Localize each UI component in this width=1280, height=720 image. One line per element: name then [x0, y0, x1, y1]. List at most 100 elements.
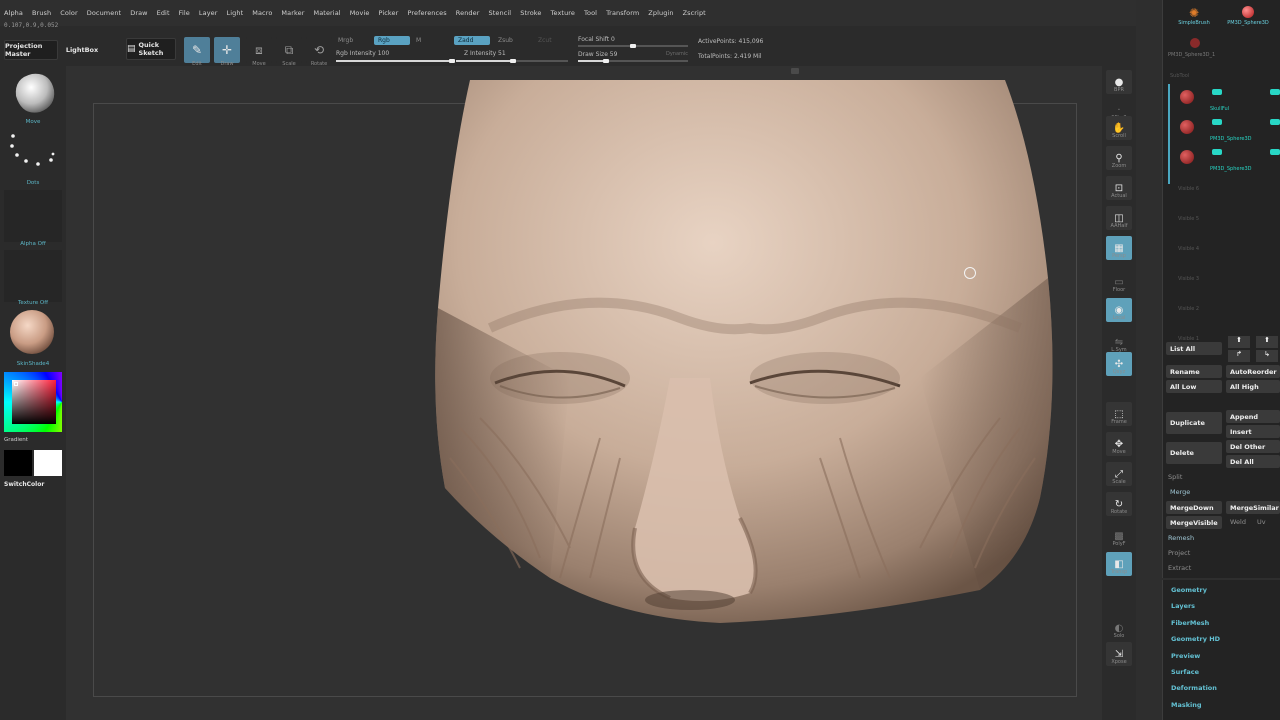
zcut-toggle[interactable]: Zcut — [534, 36, 556, 45]
visibility-toggle[interactable] — [1212, 149, 1222, 155]
menu-tool[interactable]: Tool — [584, 9, 597, 17]
menu-geometry-hd[interactable]: Geometry HD — [1171, 635, 1220, 643]
stroke-picker[interactable] — [4, 128, 62, 184]
menu-stroke[interactable]: Stroke — [520, 9, 541, 17]
menu-transform[interactable]: Transform — [606, 9, 639, 17]
split-menu[interactable]: Split — [1168, 473, 1182, 481]
duplicate-button[interactable]: Duplicate — [1166, 412, 1222, 434]
visibility-toggle[interactable] — [1212, 89, 1222, 95]
rgb-intensity-knob[interactable] — [449, 59, 455, 63]
draw-size-knob[interactable] — [603, 59, 609, 63]
polypaint-toggle[interactable] — [1270, 119, 1280, 125]
color-picker[interactable] — [4, 372, 62, 432]
dynamic-toggle[interactable]: Dynamic — [666, 51, 688, 57]
rename-button[interactable]: Rename — [1166, 365, 1222, 378]
subtool-title[interactable]: SubTool — [1170, 73, 1189, 79]
list-all-button[interactable]: List All — [1166, 342, 1222, 355]
texture-picker[interactable] — [4, 250, 62, 302]
move-down-button[interactable]: ⬆ — [1256, 336, 1278, 348]
menu-alpha[interactable]: Alpha — [4, 9, 23, 17]
move-button[interactable]: ⧈ Move — [246, 37, 272, 67]
menu-draw[interactable]: Draw — [130, 9, 147, 17]
reorder-left-button[interactable]: ↱ — [1228, 350, 1250, 362]
material-picker[interactable] — [4, 308, 62, 360]
menu-fibermesh[interactable]: FiberMesh — [1171, 619, 1209, 627]
focal-shift-knob[interactable] — [630, 44, 636, 48]
menu-layer[interactable]: Layer — [199, 9, 218, 17]
reorder-right-button[interactable]: ↳ — [1256, 350, 1278, 362]
del-all-button[interactable]: Del All — [1226, 455, 1280, 468]
current-tool-thumb[interactable]: PM3D_Sphere3D_1 — [1168, 36, 1218, 60]
menu-material[interactable]: Material — [314, 9, 341, 17]
menu-brush[interactable]: Brush — [32, 9, 51, 17]
zsub-toggle[interactable]: Zsub — [494, 36, 517, 45]
menu-light[interactable]: Light — [227, 9, 244, 17]
menu-picker[interactable]: Picker — [378, 9, 398, 17]
color-picker-square[interactable] — [12, 380, 56, 424]
sculpted-face-model[interactable] — [420, 78, 1070, 628]
edit-button[interactable]: ✎ Edit — [184, 37, 210, 67]
lightbox-button[interactable]: LightBox — [62, 40, 102, 60]
uv-button[interactable]: Uv — [1257, 518, 1266, 526]
menu-surface[interactable]: Surface — [1171, 668, 1199, 676]
mrgb-toggle[interactable]: Mrgb — [334, 36, 357, 45]
alpha-picker[interactable] — [4, 190, 62, 242]
all-high-button[interactable]: All High — [1226, 380, 1280, 393]
menu-masking[interactable]: Masking — [1171, 701, 1202, 709]
z-intensity-knob[interactable] — [510, 59, 516, 63]
subtool-item[interactable]: PM3D_Sphere3D — [1170, 146, 1280, 174]
del-other-button[interactable]: Del Other — [1226, 440, 1280, 453]
simple-brush-thumb[interactable]: ✺ SimpleBrush — [1178, 6, 1210, 34]
menu-texture[interactable]: Texture — [551, 9, 576, 17]
menu-layers[interactable]: Layers — [1171, 602, 1195, 610]
menu-render[interactable]: Render — [456, 9, 480, 17]
scale-button[interactable]: ⧉ Scale — [276, 37, 302, 67]
menu-marker[interactable]: Marker — [281, 9, 304, 17]
menu-deformation[interactable]: Deformation — [1171, 684, 1217, 692]
menu-macro[interactable]: Macro — [252, 9, 272, 17]
quick-sketch-button[interactable]: ▤ Quick Sketch — [126, 38, 176, 60]
main-color-swatch[interactable] — [4, 450, 32, 476]
secondary-color-swatch[interactable] — [34, 450, 62, 476]
polypaint-toggle[interactable] — [1270, 89, 1280, 95]
weld-button[interactable]: Weld — [1230, 518, 1246, 526]
menu-geometry[interactable]: Geometry — [1171, 586, 1207, 594]
move-up-button[interactable]: ⬆ — [1228, 336, 1250, 348]
switch-color-button[interactable]: SwitchColor — [4, 481, 44, 488]
insert-button[interactable]: Insert — [1226, 425, 1280, 438]
all-low-button[interactable]: All Low — [1166, 380, 1222, 393]
menu-document[interactable]: Document — [87, 9, 121, 17]
menu-movie[interactable]: Movie — [350, 9, 370, 17]
merge-down-button[interactable]: MergeDown — [1166, 501, 1222, 514]
merge-visible-button[interactable]: MergeVisible — [1166, 516, 1222, 529]
zadd-toggle[interactable]: Zadd — [454, 36, 490, 45]
auto-reorder-button[interactable]: AutoReorder — [1226, 365, 1280, 378]
menu-preview[interactable]: Preview — [1171, 652, 1200, 660]
append-button[interactable]: Append — [1226, 410, 1280, 423]
menu-zplugin[interactable]: Zplugin — [648, 9, 673, 17]
visibility-toggle[interactable] — [1212, 119, 1222, 125]
menu-zscript[interactable]: Zscript — [683, 9, 706, 17]
remesh-menu[interactable]: Remesh — [1168, 534, 1194, 542]
merge-similar-button[interactable]: MergeSimilar — [1226, 501, 1280, 514]
projection-master-button[interactable]: Projection Master — [4, 40, 58, 60]
canvas-scroll-handle[interactable] — [791, 68, 799, 74]
menu-preferences[interactable]: Preferences — [407, 9, 446, 17]
rgb-toggle[interactable]: Rgb — [374, 36, 410, 45]
m-toggle[interactable]: M — [412, 36, 425, 45]
menu-color[interactable]: Color — [60, 9, 77, 17]
menu-file[interactable]: File — [179, 9, 190, 17]
subtool-item[interactable]: PM3D_Sphere3D — [1170, 116, 1280, 144]
sphere-thumb[interactable]: PM3D_Sphere3D — [1227, 6, 1269, 34]
project-menu[interactable]: Project — [1168, 549, 1190, 557]
merge-menu[interactable]: Merge — [1170, 488, 1190, 496]
menu-stencil[interactable]: Stencil — [489, 9, 512, 17]
extract-menu[interactable]: Extract — [1168, 564, 1191, 572]
delete-button[interactable]: Delete — [1166, 442, 1222, 464]
draw-button[interactable]: ✛ Draw — [214, 37, 240, 67]
subtool-item[interactable]: SkullFul — [1170, 86, 1280, 114]
menu-edit[interactable]: Edit — [157, 9, 170, 17]
rotate-button[interactable]: ⟲ Rotate — [306, 37, 332, 67]
brush-picker[interactable] — [4, 66, 62, 122]
polypaint-toggle[interactable] — [1270, 149, 1280, 155]
